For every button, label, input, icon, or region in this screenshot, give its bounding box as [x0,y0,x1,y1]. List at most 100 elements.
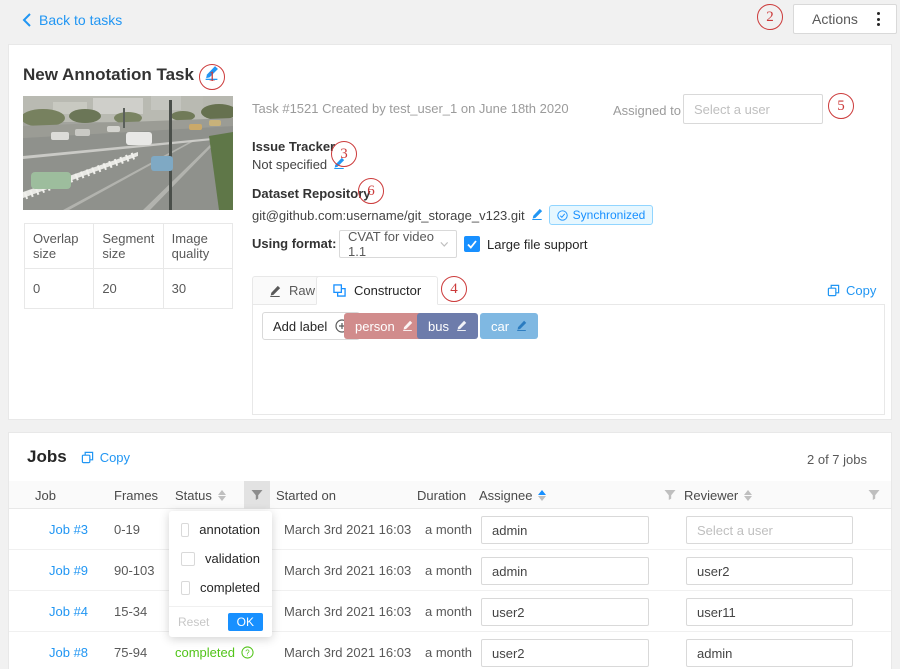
chevron-down-icon [440,241,449,248]
job-reviewer-input[interactable] [686,639,853,667]
annotation-circle-6: 6 [358,178,384,204]
filter-option-validation[interactable]: validation [169,544,272,573]
label-chip-text: person [355,319,395,334]
column-header-status[interactable]: Status [175,481,226,509]
edit-label-icon[interactable] [402,319,413,334]
label-chip-bus[interactable]: bus [417,313,478,339]
sort-icon[interactable] [218,490,226,501]
chevron-left-icon [22,13,32,27]
column-header-frames[interactable]: Frames [114,481,158,509]
job-reviewer-input[interactable] [686,598,853,626]
status-filter-dropdown: annotation validation completed Reset OK [169,511,272,637]
filter-option-completed[interactable]: completed [169,573,272,606]
parameters-value-row: 0 20 30 [25,269,233,309]
job-row: Job #8 75-94 completed ? March 3rd 2021 … [9,632,891,669]
filter-ok-button[interactable]: OK [228,613,263,631]
checkbox-icon[interactable] [181,552,195,566]
job-row: Job #9 90-103 March 3rd 2021 16:03 a mon… [9,550,891,591]
jobs-header: Jobs Copy [27,447,130,467]
sort-icon-active[interactable] [538,490,546,501]
filter-reset-button[interactable]: Reset [178,615,209,629]
column-header-job[interactable]: Job [35,481,56,509]
add-label-text: Add label [273,319,327,334]
job-assignee-input[interactable] [481,516,649,544]
parameter-header: Image quality [163,224,232,269]
job-link[interactable]: Job #9 [49,550,88,591]
job-assignee-input[interactable] [481,598,649,626]
reviewer-filter-icon[interactable] [861,481,887,509]
back-to-tasks-link[interactable]: Back to tasks [22,12,122,28]
format-select[interactable]: CVAT for video 1.1 [339,230,457,258]
task-title-row: New Annotation Task [23,65,219,85]
label-chip-car[interactable]: car [480,313,538,339]
jobs-card: Jobs Copy 2 of 7 jobs Job Frames Status … [8,432,892,669]
job-reviewer-input[interactable] [686,557,853,585]
annotation-circle-2: 2 [757,4,783,30]
actions-button[interactable]: Actions [793,4,897,34]
labels-copy-label: Copy [846,283,876,298]
jobs-copy-button[interactable]: Copy [81,450,130,465]
checkbox-icon[interactable] [181,581,190,595]
job-assignee-input[interactable] [481,557,649,585]
job-row: Job #4 15-34 March 3rd 2021 16:03 a mont… [9,591,891,632]
question-circle-icon[interactable]: ? [241,646,254,659]
filter-option-annotation[interactable]: annotation [169,511,272,544]
edit-label-icon[interactable] [516,319,527,334]
assignee-filter-icon[interactable] [657,481,683,509]
tab-constructor[interactable]: Constructor [316,276,438,305]
job-link[interactable]: Job #3 [49,509,88,550]
job-assignee-input[interactable] [481,639,649,667]
sort-icon[interactable] [744,490,752,501]
filter-option-label: validation [205,551,260,566]
jobs-copy-label: Copy [100,450,130,465]
assigned-to-label: Assigned to [613,103,681,118]
column-header-duration[interactable]: Duration [417,481,466,509]
check-circle-icon [557,210,568,221]
checkbox-icon[interactable] [181,523,189,537]
copy-icon [81,451,94,464]
parameter-value: 30 [163,269,232,309]
edit-repository-icon[interactable] [531,208,543,223]
actions-button-label: Actions [812,11,858,27]
large-file-support-checkbox[interactable] [464,236,480,252]
annotation-circle-4: 4 [441,276,467,302]
annotation-circle-5: 5 [828,93,854,119]
job-link[interactable]: Job #8 [49,632,88,669]
parameter-value: 20 [94,269,163,309]
cvat-task-page: Back to tasks Actions New Annotation Tas… [0,0,900,669]
job-duration: a month [425,591,472,632]
dataset-repository-url: git@github.com:username/git_storage_v123… [252,208,525,223]
label-chip-person[interactable]: person [344,313,424,339]
filter-option-label: completed [200,580,260,595]
back-link-label: Back to tasks [39,12,122,28]
dataset-repository-label: Dataset Repository [252,186,370,201]
job-reviewer-input[interactable] [686,516,853,544]
blocks-icon [333,284,346,297]
job-duration: a month [425,550,472,591]
column-header-reviewer[interactable]: Reviewer [684,481,752,509]
jobs-title: Jobs [27,447,67,467]
task-meta: Task #1521 Created by test_user_1 on Jun… [252,101,569,116]
copy-icon [827,284,840,297]
using-format-label: Using format: [252,236,337,251]
column-header-started[interactable]: Started on [276,481,336,509]
filter-option-label: annotation [199,522,260,537]
svg-text:?: ? [245,648,250,657]
task-assignee-input[interactable] [683,94,823,124]
jobs-count: 2 of 7 jobs [807,452,867,467]
job-link[interactable]: Job #4 [49,591,88,632]
sync-status-label: Synchronized [573,208,646,222]
status-filter-icon[interactable] [244,481,270,509]
task-details-card: New Annotation Task [8,44,892,420]
job-started: March 3rd 2021 16:03 [284,591,411,632]
job-frames: 90-103 [114,550,154,591]
issue-tracker-label: Issue Tracker [252,139,335,154]
edit-label-icon[interactable] [456,319,467,334]
label-chip-text: bus [428,319,449,334]
parameter-value: 0 [25,269,94,309]
task-title: New Annotation Task [23,65,194,85]
column-header-assignee[interactable]: Assignee [479,481,546,509]
job-started: March 3rd 2021 16:03 [284,509,411,550]
format-selected-value: CVAT for video 1.1 [348,229,440,259]
labels-copy-button[interactable]: Copy [827,283,876,298]
